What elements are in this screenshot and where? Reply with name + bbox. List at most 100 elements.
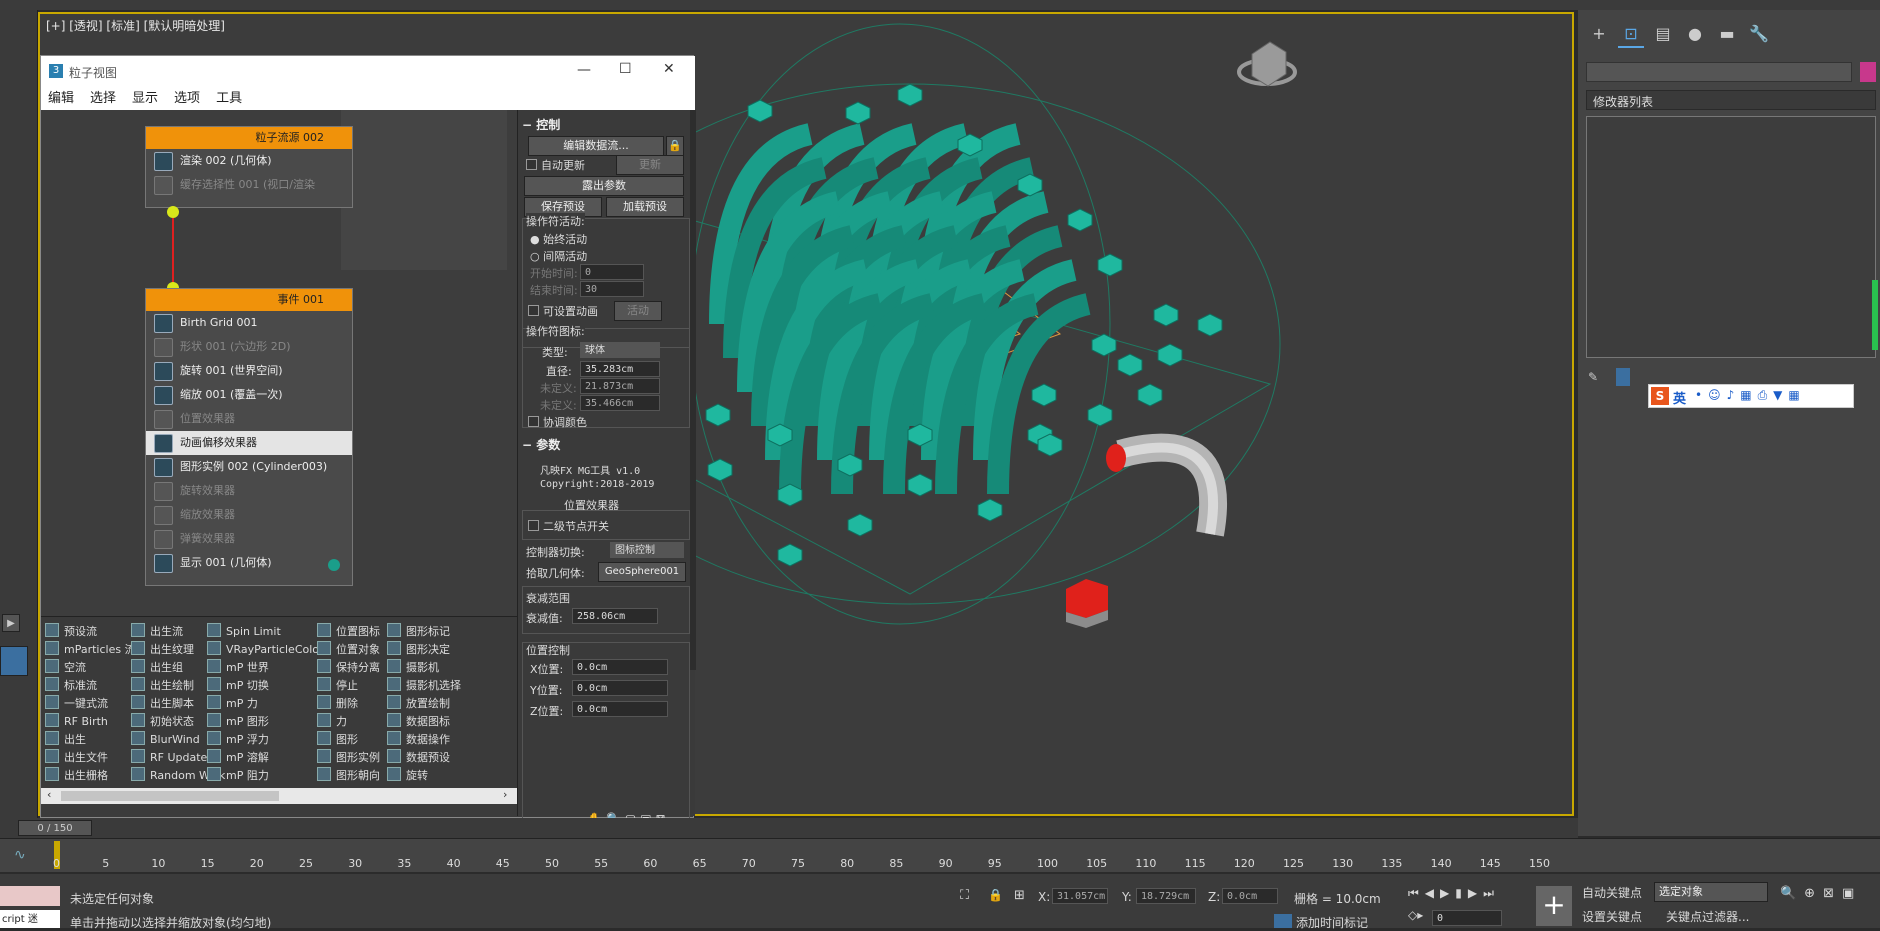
depot-operator-item[interactable]: 力 <box>317 713 347 729</box>
controller-dropdown[interactable]: 图标控制 <box>610 542 684 558</box>
event-operator-row[interactable]: 位置效果器 <box>146 407 352 431</box>
isolate-icon[interactable]: ⛶ <box>960 888 969 903</box>
depot-operator-item[interactable]: 出生流 <box>131 623 183 639</box>
undefined1-spinner[interactable]: 21.873cm <box>580 378 660 394</box>
event-operator-row[interactable]: 形状 001 (六边形 2D) <box>146 335 352 359</box>
active-button[interactable]: 活动 <box>614 301 662 321</box>
depot-operator-item[interactable]: 空流 <box>45 659 86 675</box>
params-rollout-title[interactable]: − 参数 <box>522 436 688 454</box>
depot-operator-item[interactable]: 数据预设 <box>387 749 450 765</box>
expand-arrow-icon[interactable]: ▶ <box>2 614 20 632</box>
y-coord-field[interactable]: 18.729cm <box>1136 888 1196 904</box>
depot-operator-item[interactable]: BlurWind <box>131 731 200 746</box>
depot-operator-item[interactable]: 预设流 <box>45 623 97 639</box>
event-operator-row[interactable]: 动画偏移效果器 <box>146 431 352 455</box>
key-mode-icon[interactable]: ◇▸ <box>1408 908 1423 922</box>
undefined2-spinner[interactable]: 35.466cm <box>580 395 660 411</box>
display-tab-icon[interactable]: ▬ <box>1714 22 1740 46</box>
modify-tab-icon[interactable]: ⊡ <box>1618 22 1644 48</box>
depot-operator-item[interactable]: mP 力 <box>207 695 258 711</box>
end-time-spinner[interactable]: 30 <box>580 281 644 297</box>
depot-operator-item[interactable]: 出生 <box>45 731 86 747</box>
particle-view-window[interactable]: 3 粒子视图 — ☐ ✕ 编辑 选择 显示 选项 工具 粒子流源 002 渲染 002 … <box>40 55 696 826</box>
key-filters-button[interactable]: 关键点过滤器... <box>1666 908 1749 925</box>
depot-operator-item[interactable]: 出生脚本 <box>131 695 194 711</box>
depot-operator-item[interactable]: mP 阻力 <box>207 767 269 783</box>
start-time-spinner[interactable]: 0 <box>580 264 644 280</box>
depot-operator-item[interactable]: 标准流 <box>45 677 97 693</box>
depot-operator-item[interactable]: 位置对象 <box>317 641 380 657</box>
depot-operator-item[interactable]: 摄影机选择 <box>387 677 461 693</box>
particle-view-titlebar[interactable]: 3 粒子视图 — ☐ ✕ <box>41 56 695 88</box>
particle-source-node[interactable]: 粒子流源 002 渲染 002 (几何体) 缓存选择性 001 (视口/渲染 <box>145 126 353 208</box>
display-color-swatch[interactable] <box>328 559 340 571</box>
depot-operator-item[interactable]: 出生栅格 <box>45 767 108 783</box>
animatable-checkbox[interactable]: 可设置动画 <box>528 303 598 319</box>
auto-key-button[interactable]: 自动关键点 <box>1582 884 1642 901</box>
depot-operator-item[interactable]: 位置图标 <box>317 623 380 639</box>
event-operator-row[interactable]: 缩放 001 (覆盖一次) <box>146 383 352 407</box>
always-active-radio[interactable]: ● 始终活动 <box>530 231 587 247</box>
auto-update-checkbox[interactable]: 自动更新 <box>526 157 585 173</box>
time-tag-icon[interactable] <box>1274 914 1292 928</box>
show-end-result-icon[interactable] <box>1615 368 1630 386</box>
lock-icon[interactable]: 🔒 <box>666 136 684 156</box>
event-operator-row[interactable]: 旋转 001 (世界空间) <box>146 359 352 383</box>
depot-operator-item[interactable]: 摄影机 <box>387 659 439 675</box>
y-pos-spinner[interactable]: 0.0cm <box>572 680 668 696</box>
particle-graph-area[interactable]: 粒子流源 002 渲染 002 (几何体) 缓存选择性 001 (视口/渲染 事件… <box>41 110 517 670</box>
pick-geometry-button[interactable]: GeoSphere001 <box>598 562 686 582</box>
set-key-big-button[interactable]: + <box>1536 886 1572 926</box>
time-slider-bar[interactable]: 0 / 150 <box>0 818 1578 838</box>
absolute-mode-icon[interactable]: ⊞ <box>1014 888 1025 903</box>
motion-tab-icon[interactable]: ● <box>1682 22 1708 46</box>
z-pos-spinner[interactable]: 0.0cm <box>572 701 668 717</box>
set-key-button[interactable]: 设置关键点 <box>1582 908 1642 925</box>
depot-operator-item[interactable]: mP 溶解 <box>207 749 269 765</box>
secondary-switch-checkbox[interactable]: 二级节点开关 <box>528 518 609 534</box>
menu-select[interactable]: 选择 <box>90 88 116 110</box>
source-operator-row[interactable]: 渲染 002 (几何体) <box>146 149 352 173</box>
depot-operator-item[interactable]: 放置绘制 <box>387 695 450 711</box>
viewport-layout-icon[interactable] <box>0 646 28 676</box>
modifier-list-dropdown[interactable]: 修改器列表 <box>1586 90 1876 110</box>
ime-language[interactable]: 英 <box>1673 388 1686 407</box>
x-coord-field[interactable]: 31.057cm <box>1052 888 1108 904</box>
depot-operator-item[interactable]: VRayParticleColor <box>207 641 324 656</box>
depot-operator-item[interactable]: 出生文件 <box>45 749 108 765</box>
z-coord-field[interactable]: 0.0cm <box>1222 888 1278 904</box>
depot-operator-item[interactable]: 出生绘制 <box>131 677 194 693</box>
event-operator-row[interactable]: 旋转效果器 <box>146 479 352 503</box>
depot-operator-item[interactable]: 数据图标 <box>387 713 450 729</box>
depot-operator-item[interactable]: mP 图形 <box>207 713 269 729</box>
source-output-socket[interactable] <box>167 206 179 218</box>
event-operator-row[interactable]: 显示 001 (几何体) <box>146 551 352 575</box>
depot-operator-item[interactable]: 出生纹理 <box>131 641 194 657</box>
depot-operator-item[interactable]: 停止 <box>317 677 358 693</box>
scroll-thumb[interactable] <box>61 791 279 801</box>
maxscript-mini-listener[interactable]: cript 迷 <box>0 910 60 928</box>
coord-color-checkbox[interactable]: 协调颜色 <box>528 414 587 430</box>
close-button[interactable]: ✕ <box>663 61 675 77</box>
minimize-button[interactable]: — <box>577 62 591 78</box>
depot-operator-item[interactable]: mParticles 流 <box>45 641 136 657</box>
event-node[interactable]: 事件 001 Birth Grid 001 形状 001 (六边形 2D) 旋转 0… <box>145 288 353 586</box>
ime-toolbar[interactable]: S 英 •☺♪▦⎙▼▦ <box>1648 384 1854 408</box>
depot-operator-item[interactable]: mP 切换 <box>207 677 269 693</box>
time-slider[interactable]: 0 / 150 <box>18 820 92 836</box>
stack-scrollbar[interactable] <box>1872 280 1878 350</box>
depot-operator-item[interactable]: 图形朝向 <box>317 767 380 783</box>
depot-operator-item[interactable]: 出生组 <box>131 659 183 675</box>
expose-params-button[interactable]: 露出参数 <box>524 176 684 196</box>
selection-lock-icon[interactable]: 🔒 <box>988 888 1003 902</box>
create-tab-icon[interactable]: + <box>1586 22 1612 46</box>
source-node-title[interactable]: 粒子流源 002 <box>146 127 352 149</box>
update-button[interactable]: 更新 <box>616 155 684 175</box>
depot-operator-item[interactable]: 旋转 <box>387 767 428 783</box>
interval-active-radio[interactable]: ○ 间隔活动 <box>530 248 587 264</box>
hierarchy-tab-icon[interactable]: ▤ <box>1650 22 1676 46</box>
menu-options[interactable]: 选项 <box>174 88 200 110</box>
load-preset-button[interactable]: 加载预设 <box>606 197 684 217</box>
depot-operator-item[interactable]: 一键式流 <box>45 695 108 711</box>
event-operator-row[interactable]: 图形实例 002 (Cylinder003) <box>146 455 352 479</box>
